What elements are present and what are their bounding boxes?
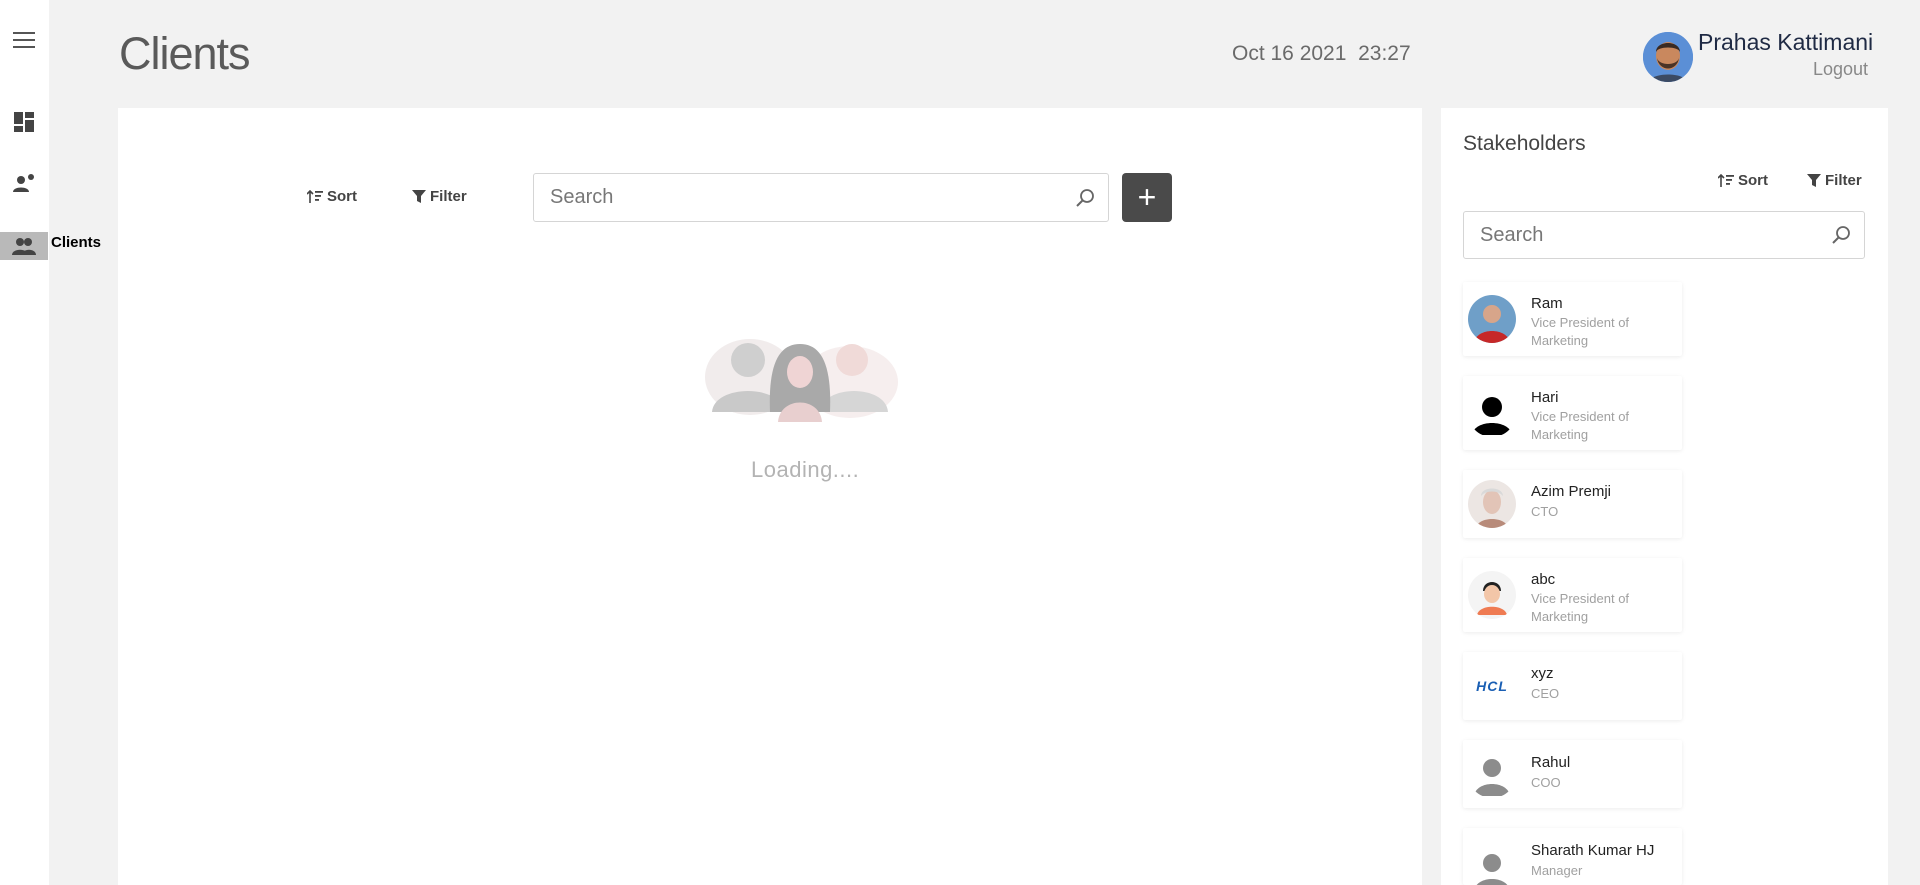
filter-button[interactable]: Filter: [412, 188, 467, 205]
stakeholder-name: Hari: [1531, 389, 1559, 406]
sort-icon: [1718, 173, 1734, 187]
search-icon[interactable]: [1076, 188, 1096, 208]
filter-icon: [1807, 173, 1821, 187]
stakeholder-card[interactable]: Ram Vice President of Marketing: [1463, 282, 1682, 356]
stakeholder-role: Vice President of Marketing: [1531, 315, 1630, 348]
people-icon[interactable]: [12, 234, 36, 258]
stakeholder-card[interactable]: Rahul COO: [1463, 740, 1682, 808]
person-add-icon[interactable]: [12, 171, 36, 195]
stakeholders-title: Stakeholders: [1463, 132, 1586, 155]
datetime-display: Oct 16 2021 23:27: [1232, 42, 1411, 65]
stakeholder-role: CTO: [1531, 504, 1559, 519]
stakeholder-card[interactable]: Hari Vice President of Marketing: [1463, 376, 1682, 450]
sort-label: Sort: [1738, 172, 1768, 189]
dashboard-icon[interactable]: [12, 110, 36, 134]
user-name: Prahas Kattimani: [1698, 29, 1874, 55]
page-title: Clients: [119, 28, 251, 79]
stakeholder-role: Vice President of Marketing: [1531, 409, 1630, 442]
hamburger-menu-icon[interactable]: [12, 28, 36, 52]
stakeholder-avatar: [1468, 295, 1516, 343]
clients-panel: [118, 108, 1422, 885]
stakeholder-name: abc: [1531, 571, 1556, 588]
stakeholder-role: CEO: [1531, 686, 1560, 701]
hcl-logo-text: HCL: [1476, 678, 1508, 694]
stakeholder-avatar: [1468, 750, 1516, 798]
stakeholder-card[interactable]: Azim Premji CTO: [1463, 470, 1682, 538]
logout-link[interactable]: Logout: [1813, 59, 1868, 80]
loading-people-illustration: [700, 322, 905, 422]
add-client-button[interactable]: +: [1122, 173, 1172, 222]
stakeholder-card[interactable]: Sharath Kumar HJ Manager: [1463, 828, 1682, 885]
search-icon[interactable]: [1832, 225, 1852, 245]
stakeholder-role: Manager: [1531, 863, 1583, 878]
client-search-input[interactable]: [534, 174, 1108, 221]
stakeholder-name: Azim Premji: [1531, 483, 1612, 500]
filter-label: Filter: [1825, 172, 1862, 189]
stakeholder-name: Rahul: [1531, 754, 1571, 771]
sort-icon: [307, 189, 323, 203]
filter-icon: [412, 189, 426, 203]
user-avatar[interactable]: [1643, 32, 1693, 82]
sort-label: Sort: [327, 188, 357, 205]
stakeholder-name: Sharath Kumar HJ: [1531, 842, 1655, 859]
client-search-field[interactable]: [533, 173, 1109, 222]
stakeholder-avatar: [1468, 480, 1516, 528]
stakeholder-name: Ram: [1531, 295, 1563, 312]
stakeholder-name: xyz: [1531, 665, 1554, 682]
stakeholder-avatar: [1468, 845, 1516, 885]
nav-item-clients[interactable]: Clients: [51, 234, 101, 251]
left-nav: [0, 0, 49, 885]
stakeholder-avatar: [1468, 571, 1516, 619]
stakeholder-role: COO: [1531, 775, 1561, 790]
loading-text: Loading....: [751, 457, 860, 482]
stakeholder-avatar: [1468, 389, 1516, 437]
stakeholder-search-input[interactable]: [1464, 212, 1864, 258]
stakeholders-filter-button[interactable]: Filter: [1807, 172, 1862, 189]
stakeholders-sort-button[interactable]: Sort: [1718, 172, 1768, 189]
stakeholder-card[interactable]: HCL xyz CEO: [1463, 652, 1682, 720]
stakeholder-search-field[interactable]: [1463, 211, 1865, 259]
stakeholder-card[interactable]: abc Vice President of Marketing: [1463, 558, 1682, 632]
hcl-logo: HCL: [1468, 662, 1516, 710]
sort-button[interactable]: Sort: [307, 188, 357, 205]
filter-label: Filter: [430, 188, 467, 205]
stakeholder-role: Vice President of Marketing: [1531, 591, 1630, 624]
